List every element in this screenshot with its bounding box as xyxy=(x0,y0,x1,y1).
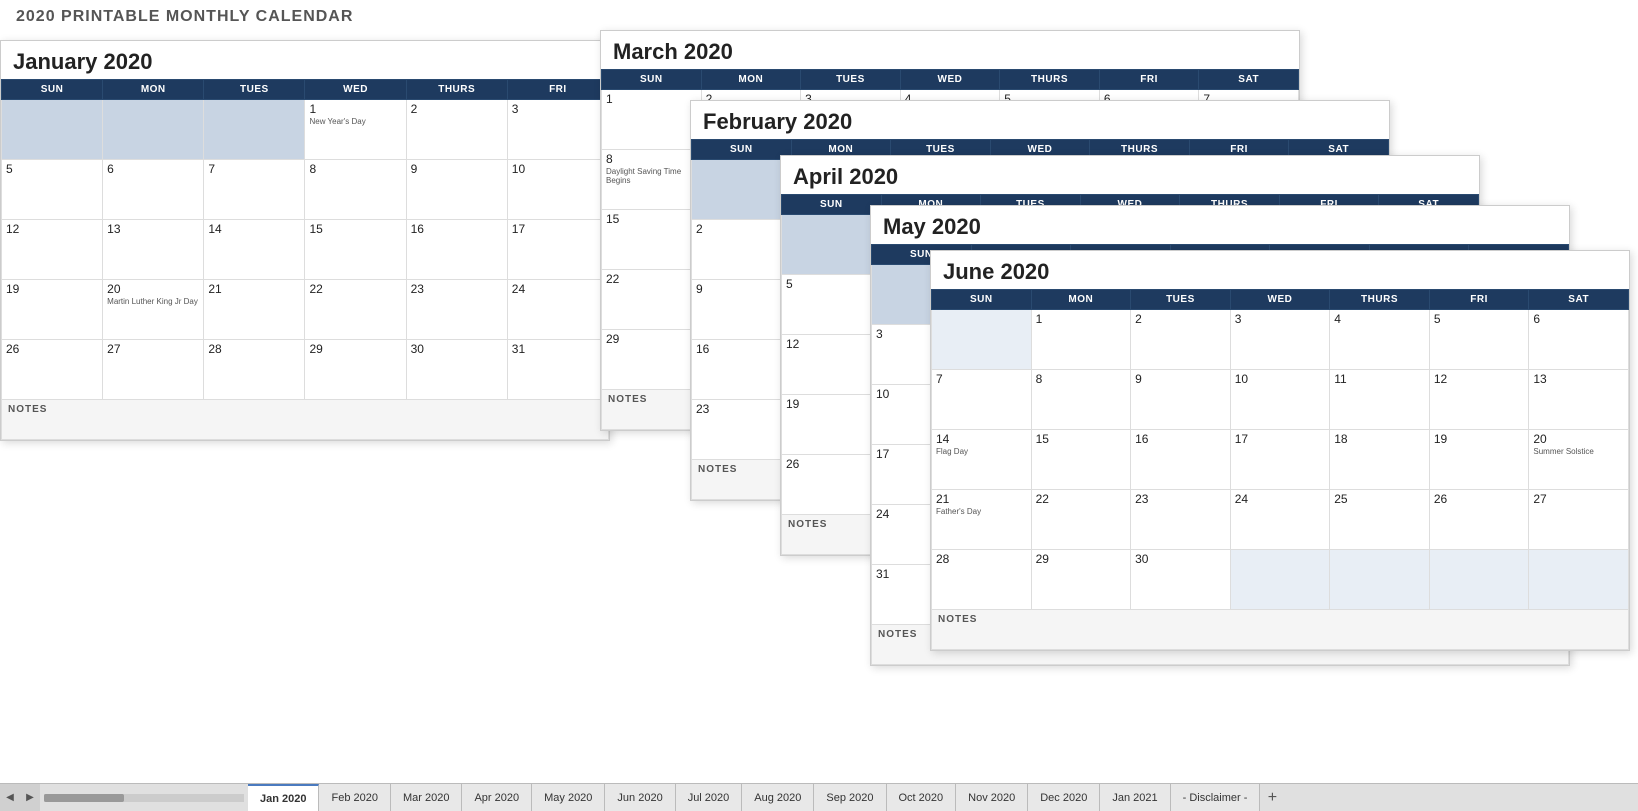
table-row: 1 2 3 4 5 6 xyxy=(932,310,1629,370)
table-row: 12 13 14 15 16 17 xyxy=(2,220,609,280)
january-title: January 2020 xyxy=(1,41,609,79)
col-tue: TUES xyxy=(801,70,901,90)
col-wed: WED xyxy=(900,70,1000,90)
col-sun: SUN xyxy=(692,140,792,160)
table-row: 21Father's Day 22 23 24 25 26 27 xyxy=(932,490,1629,550)
col-sat: SAT xyxy=(1199,70,1299,90)
june-calendar: June 2020 SUN MON TUES WED THURS FRI SAT… xyxy=(930,250,1630,651)
june-title: June 2020 xyxy=(931,251,1629,289)
tab-aug-2020[interactable]: Aug 2020 xyxy=(742,784,814,811)
col-mon: MON xyxy=(1031,290,1131,310)
tab-may-2020[interactable]: May 2020 xyxy=(532,784,605,811)
col-mon: MON xyxy=(103,80,204,100)
col-thu: THURS xyxy=(1000,70,1100,90)
table-row: 26 27 28 29 30 31 xyxy=(2,340,609,400)
main-container: 2020 PRINTABLE MONTHLY CALENDAR January … xyxy=(0,0,1638,811)
tab-nov-2020[interactable]: Nov 2020 xyxy=(956,784,1028,811)
table-row: 5 6 7 8 9 10 xyxy=(2,160,609,220)
table-row: 14Flag Day 15 16 17 18 19 20Summer Solst… xyxy=(932,430,1629,490)
col-sun: SUN xyxy=(782,195,882,215)
table-row: 7 8 9 10 11 12 13 xyxy=(932,370,1629,430)
notes-row: NOTES xyxy=(2,400,609,440)
tab-mar-2020[interactable]: Mar 2020 xyxy=(391,784,462,811)
tab-oct-2020[interactable]: Oct 2020 xyxy=(887,784,957,811)
table-row: 28 29 30 xyxy=(932,550,1629,610)
col-wed: WED xyxy=(305,80,406,100)
table-row: 19 20Martin Luther King Jr Day 21 22 23 … xyxy=(2,280,609,340)
march-title: March 2020 xyxy=(601,31,1299,69)
tab-scroll-right[interactable]: ▶ xyxy=(20,784,40,811)
col-tue: TUES xyxy=(204,80,305,100)
col-tue: TUES xyxy=(1131,290,1231,310)
col-fri: FRI xyxy=(1429,290,1529,310)
tab-bar: ◀ ▶ Jan 2020 Feb 2020 Mar 2020 Apr 2020 … xyxy=(0,783,1638,811)
february-title: February 2020 xyxy=(691,101,1389,139)
col-mon: MON xyxy=(701,70,801,90)
col-sun: SUN xyxy=(602,70,702,90)
tab-add-button[interactable]: + xyxy=(1260,784,1284,811)
may-title: May 2020 xyxy=(871,206,1569,244)
tab-jan-2020[interactable]: Jan 2020 xyxy=(248,784,319,811)
col-sun: SUN xyxy=(2,80,103,100)
tab-feb-2020[interactable]: Feb 2020 xyxy=(319,784,390,811)
tab-dec-2020[interactable]: Dec 2020 xyxy=(1028,784,1100,811)
tab-disclaimer[interactable]: - Disclaimer - xyxy=(1171,784,1261,811)
june-grid: SUN MON TUES WED THURS FRI SAT 1 2 3 4 5 xyxy=(931,289,1629,650)
tab-apr-2020[interactable]: Apr 2020 xyxy=(462,784,532,811)
tab-scrollbar[interactable] xyxy=(44,794,244,802)
january-calendar: January 2020 SUN MON TUES WED THURS FRI … xyxy=(0,40,610,441)
tab-scroll-left[interactable]: ◀ xyxy=(0,784,20,811)
col-sat: SAT xyxy=(1529,290,1629,310)
col-fri: FRI xyxy=(507,80,608,100)
col-thu: THURS xyxy=(406,80,507,100)
col-wed: WED xyxy=(1230,290,1330,310)
tab-jan-2021[interactable]: Jan 2021 xyxy=(1100,784,1170,811)
tab-sep-2020[interactable]: Sep 2020 xyxy=(814,784,886,811)
notes-row: NOTES xyxy=(932,610,1629,650)
col-thu: THURS xyxy=(1330,290,1430,310)
col-fri: FRI xyxy=(1099,70,1199,90)
col-sun: SUN xyxy=(932,290,1032,310)
january-grid: SUN MON TUES WED THURS FRI SAT 1New Year… xyxy=(1,79,609,440)
page-title: 2020 PRINTABLE MONTHLY CALENDAR xyxy=(0,0,1638,30)
tab-jul-2020[interactable]: Jul 2020 xyxy=(676,784,743,811)
tab-jun-2020[interactable]: Jun 2020 xyxy=(605,784,675,811)
tab-scrollbar-thumb xyxy=(44,794,124,802)
april-title: April 2020 xyxy=(781,156,1479,194)
table-row: 1New Year's Day 2 3 xyxy=(2,100,609,160)
